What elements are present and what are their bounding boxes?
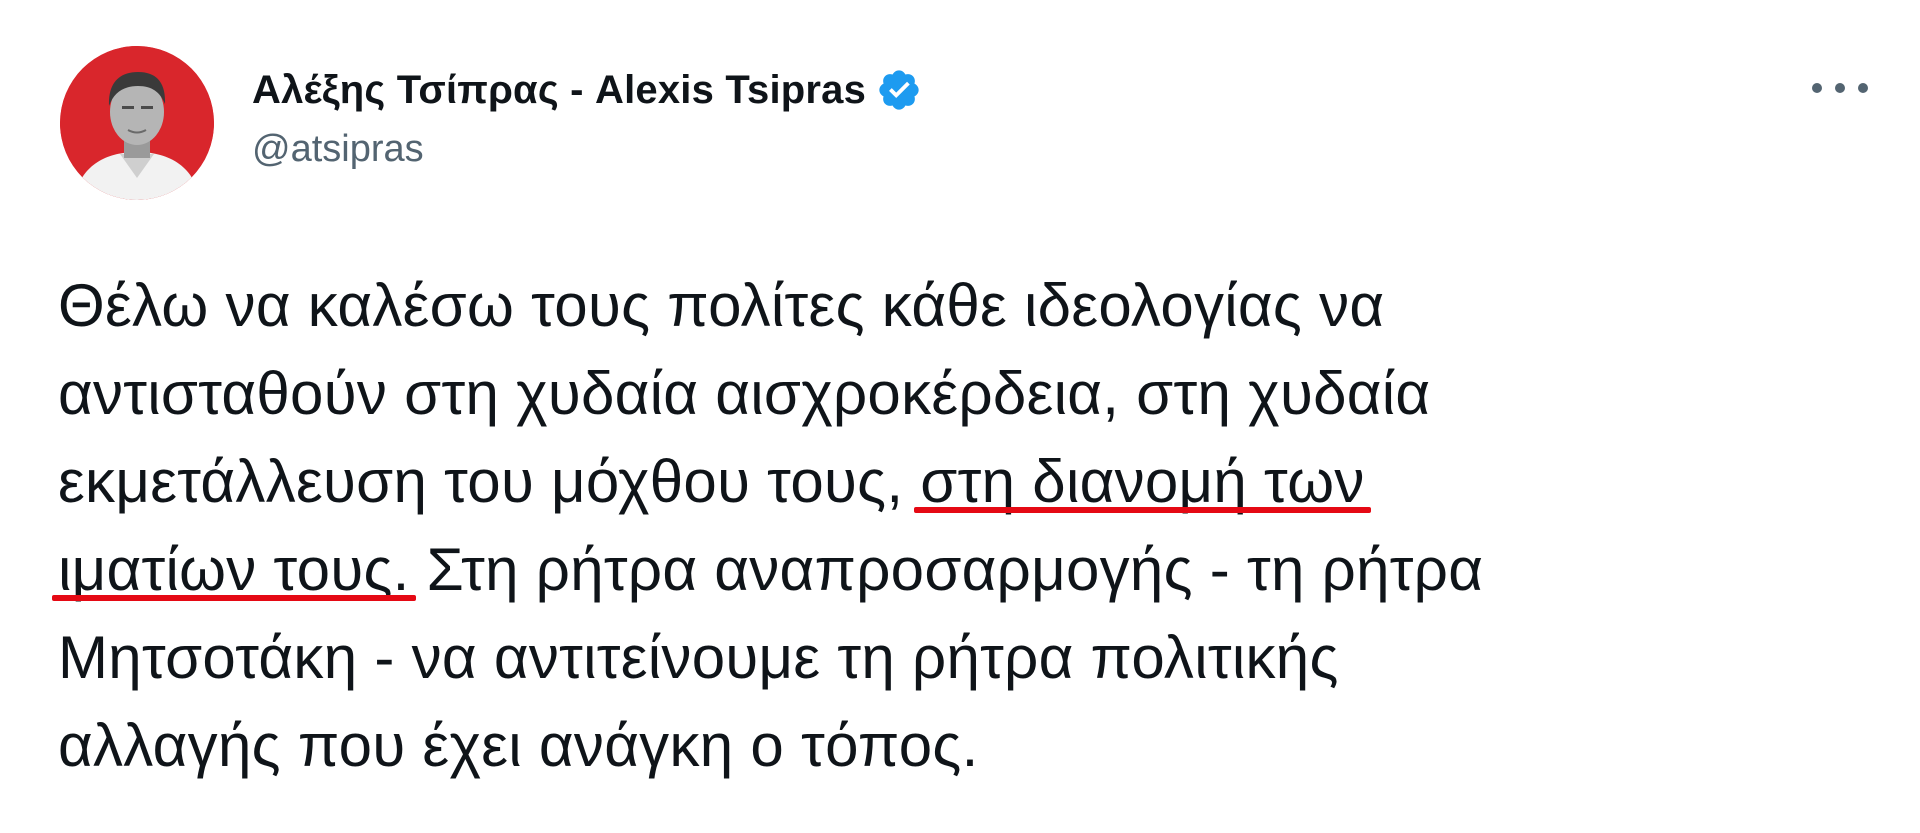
author-name-row: Αλέξης Τσίπρας - Alexis Tsipras <box>252 64 922 116</box>
tweet-text-segment: αντισταθούν στη χυδαία αισχροκέρδεια, στ… <box>58 360 1431 427</box>
tweet-text-segment: αλλαγής που έχει ανάγκη ο τόπος. <box>58 712 979 779</box>
more-options-icon[interactable] <box>1812 68 1868 108</box>
tweet-text-segment: Στη ρήτρα αναπροσαρμογής - τη ρήτρα <box>409 536 1484 603</box>
tweet-text-segment: Μητσοτάκη - να αντιτείνουμε τη ρήτρα πολ… <box>58 624 1339 691</box>
highlight-underline <box>52 595 416 601</box>
tweet-line: αντισταθούν στη χυδαία αισχροκέρδεια, στ… <box>58 350 1878 438</box>
avatar-portrait-icon <box>60 46 214 200</box>
tweet-text: Θέλω να καλέσω τους πολίτες κάθε ιδεολογ… <box>58 262 1878 790</box>
author-handle[interactable]: @atsipras <box>252 128 424 171</box>
tweet-text-segment: εκμετάλλευση του μόχθου τους, <box>58 448 921 515</box>
highlight-underline <box>914 507 1371 513</box>
verified-badge-icon <box>876 67 922 113</box>
tweet-line: Θέλω να καλέσω τους πολίτες κάθε ιδεολογ… <box>58 262 1878 350</box>
tweet-line: αλλαγής που έχει ανάγκη ο τόπος. <box>58 702 1878 790</box>
tweet-text-segment: Θέλω να καλέσω τους πολίτες κάθε ιδεολογ… <box>58 272 1385 339</box>
avatar[interactable] <box>60 46 214 200</box>
tweet-line: Μητσοτάκη - να αντιτείνουμε τη ρήτρα πολ… <box>58 614 1878 702</box>
tweet-card: Αλέξης Τσίπρας - Alexis Tsipras @atsipra… <box>0 0 1920 833</box>
highlighted-phrase: ιματίων τους. <box>58 536 410 603</box>
highlighted-phrase: στη διανομή των <box>920 448 1365 515</box>
author-display-name[interactable]: Αλέξης Τσίπρας - Alexis Tsipras <box>252 68 866 113</box>
